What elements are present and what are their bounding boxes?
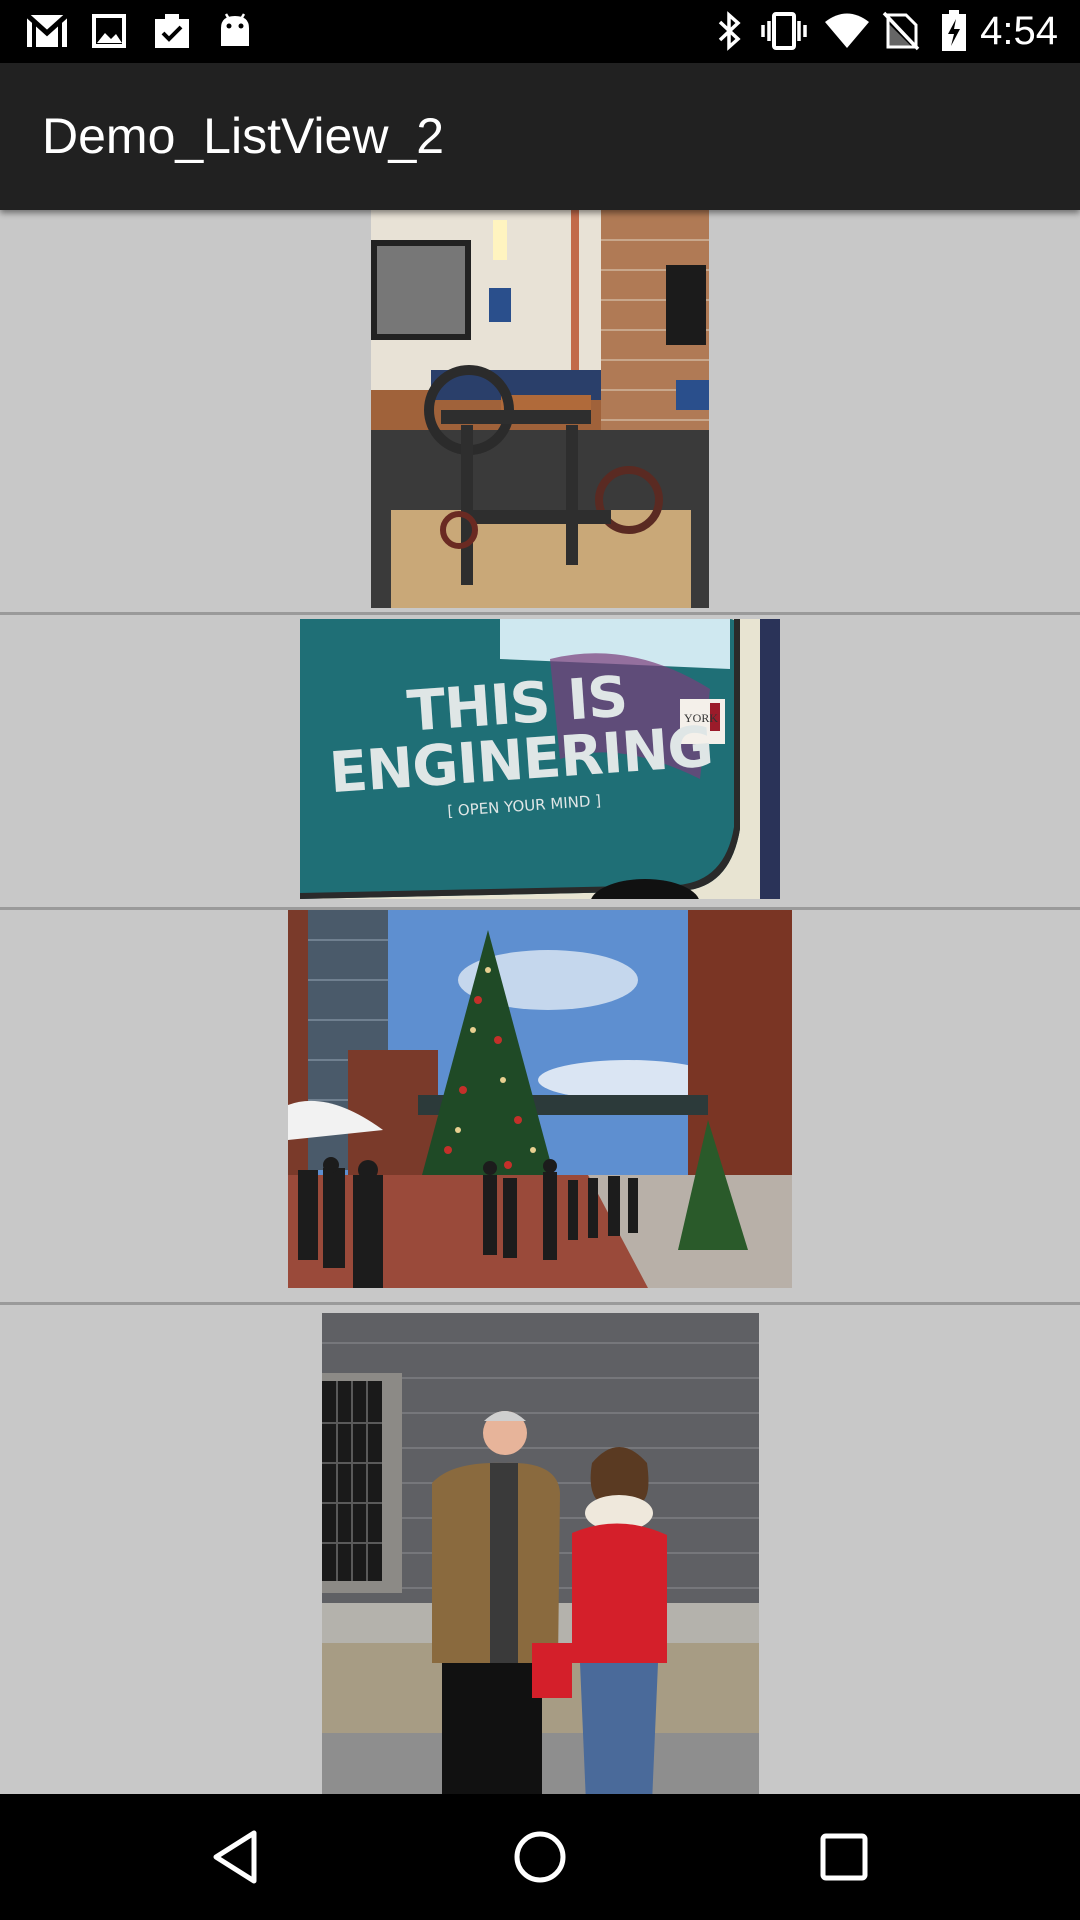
clock: 4:54	[980, 9, 1058, 53]
york-logo-text: YORK	[684, 711, 719, 725]
vibrate-icon	[760, 10, 808, 52]
list-item[interactable]	[0, 910, 1080, 1305]
photo-engineering-ad: THIS IS ENGINERING [ OPEN YOUR MIND ] YO…	[300, 619, 780, 899]
home-icon[interactable]	[510, 1827, 570, 1887]
gallery-icon	[92, 10, 126, 52]
android-icon	[218, 10, 252, 52]
no-sim-icon	[882, 10, 920, 52]
action-bar: Demo_ListView_2	[0, 63, 1080, 210]
wifi-icon	[824, 10, 870, 52]
battery-charging-icon	[940, 10, 968, 52]
recents-icon[interactable]	[814, 1827, 874, 1887]
status-bar: 4:54	[0, 0, 1080, 63]
photo-couple-stone-wall	[322, 1313, 759, 1794]
navigation-bar	[0, 1794, 1080, 1920]
photo-christmas-tree-market	[288, 910, 792, 1288]
photo-printing-press	[371, 210, 709, 608]
bluetooth-icon	[716, 10, 744, 52]
clipboard-check-icon	[152, 10, 192, 52]
back-icon[interactable]	[206, 1827, 266, 1887]
list-item[interactable]	[0, 210, 1080, 615]
app-title: Demo_ListView_2	[42, 108, 445, 164]
photo-list[interactable]: THIS IS ENGINERING [ OPEN YOUR MIND ] YO…	[0, 210, 1080, 1794]
list-item[interactable]: THIS IS ENGINERING [ OPEN YOUR MIND ] YO…	[0, 615, 1080, 910]
list-item[interactable]	[0, 1305, 1080, 1794]
gmail-icon	[26, 10, 68, 52]
